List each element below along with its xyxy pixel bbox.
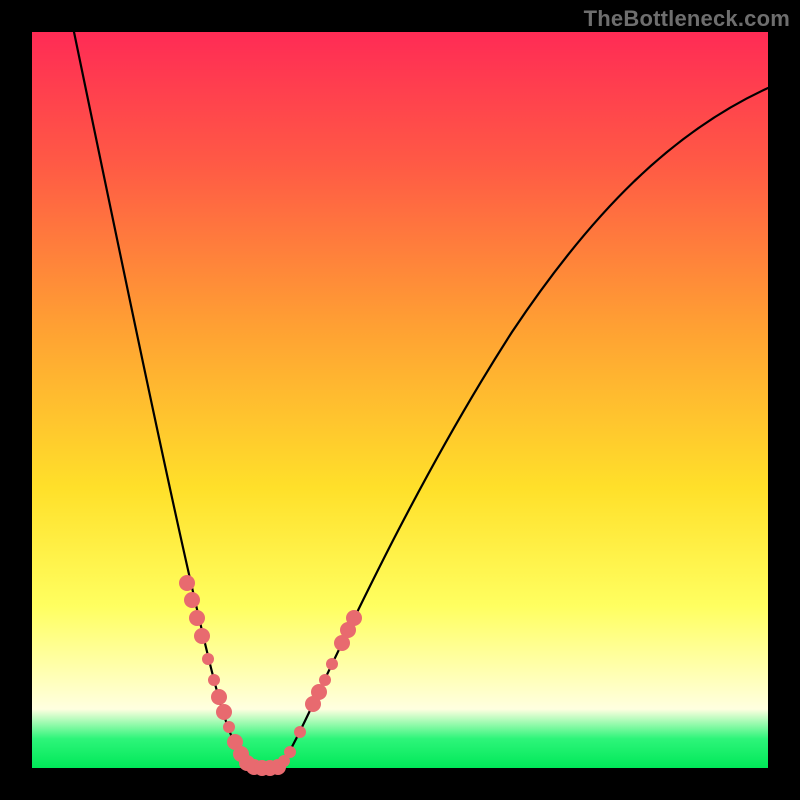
watermark-text: TheBottleneck.com: [584, 6, 790, 32]
data-marker: [194, 628, 210, 644]
data-marker: [208, 674, 220, 686]
data-marker: [202, 653, 214, 665]
data-marker: [326, 658, 338, 670]
data-markers: [179, 575, 362, 776]
right-curve: [280, 88, 768, 768]
data-marker: [184, 592, 200, 608]
data-marker: [294, 726, 306, 738]
data-marker: [211, 689, 227, 705]
data-marker: [223, 721, 235, 733]
data-marker: [284, 746, 296, 758]
data-marker: [346, 610, 362, 626]
data-marker: [179, 575, 195, 591]
data-marker: [319, 674, 331, 686]
data-marker: [311, 684, 327, 700]
left-curve: [74, 32, 250, 768]
data-marker: [189, 610, 205, 626]
chart-svg: [32, 32, 768, 768]
data-marker: [216, 704, 232, 720]
